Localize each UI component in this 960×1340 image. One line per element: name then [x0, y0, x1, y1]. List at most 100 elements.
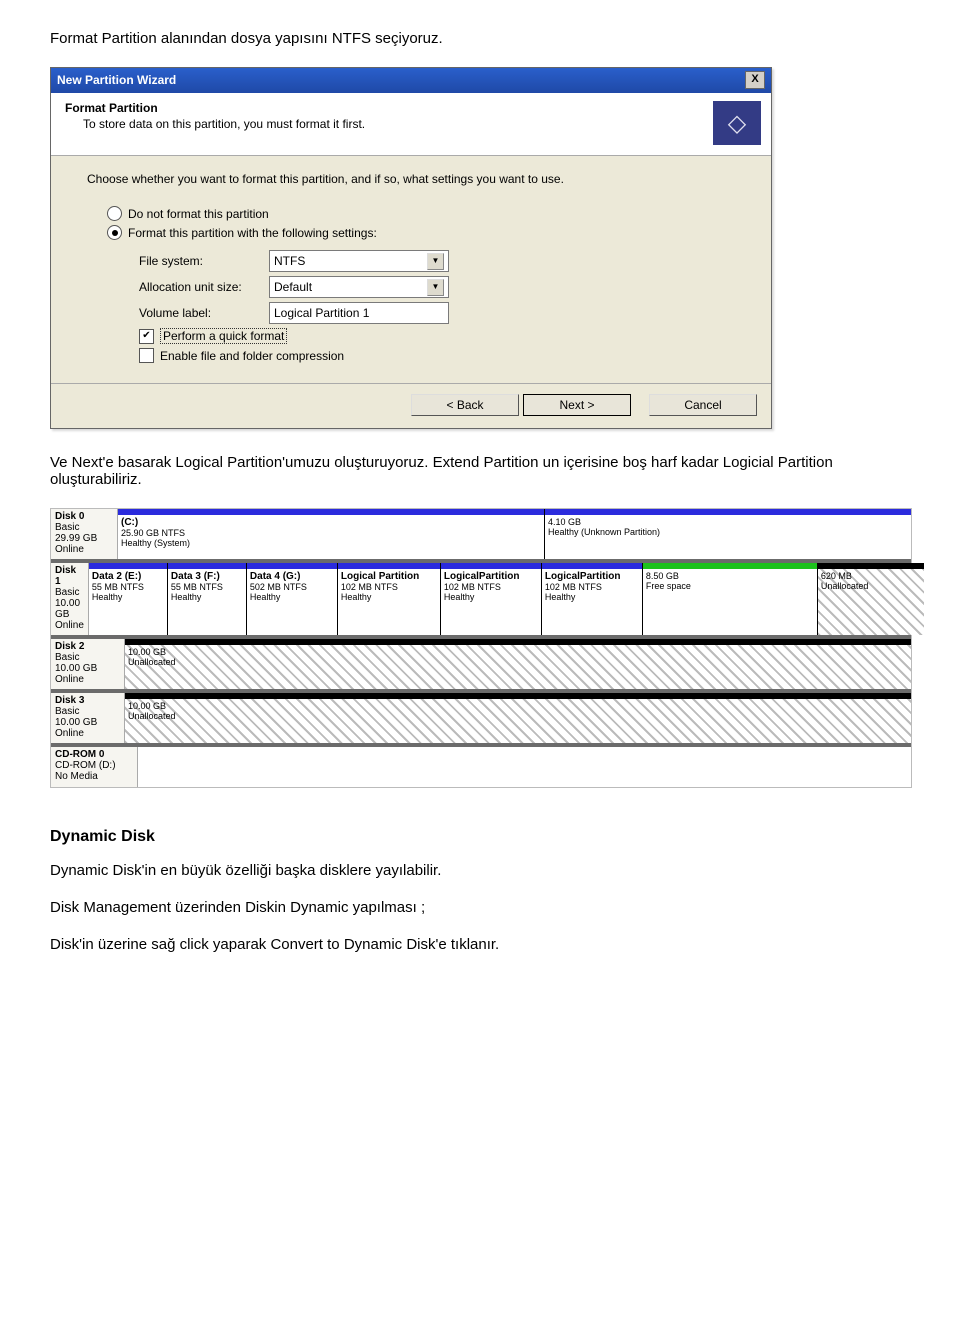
partition-block[interactable]: Logical Partition102 MB NTFSHealthy	[337, 563, 440, 635]
partition-size: 620 MB	[821, 571, 921, 581]
disk-partitions: (C:)25.90 GB NTFSHealthy (System)4.10 GB…	[118, 509, 911, 559]
section-heading: Dynamic Disk	[50, 828, 910, 846]
disk-state: Online	[55, 544, 113, 555]
disk-row-header[interactable]: Disk 3Basic10.00 GBOnline	[51, 693, 125, 743]
wizard-titlebar[interactable]: New Partition Wizard X	[51, 68, 771, 93]
partition-status: Healthy	[250, 592, 334, 602]
disk-type: Basic	[55, 706, 120, 717]
radio-no-format-label: Do not format this partition	[128, 207, 269, 221]
partition-status: Unallocated	[128, 711, 908, 721]
volume-label-label: Volume label:	[139, 306, 269, 320]
disk-name: Disk 1	[55, 565, 84, 587]
disk-state: Online	[55, 674, 120, 685]
radio-no-format[interactable]: Do not format this partition	[107, 206, 743, 221]
paragraph-3: Disk'in üzerine sağ click yaparak Conver…	[50, 936, 910, 953]
partition-block[interactable]: Data 2 (E:)55 MB NTFSHealthy	[89, 563, 167, 635]
file-system-label: File system:	[139, 254, 269, 268]
partition-colorbar	[643, 563, 817, 569]
volume-label-input[interactable]: Logical Partition 1	[269, 302, 449, 324]
partition-size: 102 MB NTFS	[341, 582, 437, 592]
disk-state: Online	[55, 728, 120, 739]
partition-block[interactable]: (C:)25.90 GB NTFSHealthy (System)	[118, 509, 544, 559]
partition-status: Healthy	[341, 592, 437, 602]
partition-colorbar	[338, 563, 440, 569]
next-button[interactable]: Next >	[523, 394, 631, 416]
disk-row-header[interactable]: Disk 0Basic29.99 GBOnline	[51, 509, 118, 559]
wizard-title: New Partition Wizard	[57, 73, 176, 87]
disk-state: No Media	[55, 771, 133, 782]
partition-colorbar	[118, 509, 544, 515]
disk-name: Disk 2	[55, 641, 120, 652]
partition-name: Data 4 (G:)	[250, 571, 334, 582]
chevron-down-icon: ▼	[427, 279, 444, 296]
radio-checked-icon	[107, 225, 122, 240]
partition-block[interactable]: Data 4 (G:)502 MB NTFSHealthy	[246, 563, 337, 635]
partition-name: Data 3 (F:)	[171, 571, 243, 582]
disk-type: Basic	[55, 522, 113, 533]
partition-colorbar	[542, 563, 642, 569]
close-button[interactable]: X	[745, 71, 765, 89]
allocation-label: Allocation unit size:	[139, 280, 269, 294]
disk-row-header[interactable]: Disk 2Basic10.00 GBOnline	[51, 639, 125, 689]
checkbox-unchecked-icon	[139, 348, 154, 363]
partition-colorbar	[545, 509, 911, 515]
partition-size: 8.50 GB	[646, 571, 814, 581]
compression-checkbox[interactable]: Enable file and folder compression	[139, 348, 743, 363]
disk-state: Online	[55, 620, 84, 631]
wizard-body: Choose whether you want to format this p…	[51, 156, 771, 383]
allocation-select[interactable]: Default ▼	[269, 276, 449, 298]
radio-unchecked-icon	[107, 206, 122, 221]
quick-format-checkbox[interactable]: ✔ Perform a quick format	[139, 328, 743, 344]
chevron-down-icon: ▼	[427, 253, 444, 270]
partition-block[interactable]: 620 MBUnallocated	[817, 563, 924, 635]
disk-row: Disk 3Basic10.00 GBOnline10.00 GBUnalloc…	[51, 689, 911, 743]
partition-block[interactable]: 8.50 GBFree space	[642, 563, 817, 635]
partition-status: Free space	[646, 581, 814, 591]
disk-partitions: 10.00 GBUnallocated	[125, 693, 911, 743]
disk-size: 10.00 GB	[55, 663, 120, 674]
partition-colorbar	[125, 693, 911, 699]
partition-colorbar	[89, 563, 167, 569]
middle-paragraph: Ve Next'e basarak Logical Partition'umuz…	[50, 454, 910, 488]
partition-block[interactable]: LogicalPartition102 MB NTFSHealthy	[541, 563, 642, 635]
partition-status: Healthy	[444, 592, 538, 602]
disk-row-header[interactable]: CD-ROM 0CD-ROM (D:)No Media	[51, 747, 138, 787]
disk-type: Basic	[55, 652, 120, 663]
partition-colorbar	[247, 563, 337, 569]
file-system-select[interactable]: NTFS ▼	[269, 250, 449, 272]
disk-name: Disk 0	[55, 511, 113, 522]
partition-name: Data 2 (E:)	[92, 571, 164, 582]
back-button[interactable]: < Back	[411, 394, 519, 416]
disk-row: CD-ROM 0CD-ROM (D:)No Media	[51, 743, 911, 787]
partition-name: LogicalPartition	[545, 571, 639, 582]
partition-block[interactable]: 4.10 GBHealthy (Unknown Partition)	[544, 509, 911, 559]
partition-size: 10.00 GB	[128, 701, 908, 711]
disk-row: Disk 0Basic29.99 GBOnline(C:)25.90 GB NT…	[51, 509, 911, 559]
disk-row-header[interactable]: Disk 1Basic10.00 GBOnline	[51, 563, 89, 635]
partition-status: Healthy (Unknown Partition)	[548, 527, 908, 537]
partition-size: 502 MB NTFS	[250, 582, 334, 592]
partition-block[interactable]: 10.00 GBUnallocated	[125, 639, 911, 689]
paragraph-2: Disk Management üzerinden Diskin Dynamic…	[50, 899, 910, 916]
disk-row: Disk 1Basic10.00 GBOnlineData 2 (E:)55 M…	[51, 559, 911, 635]
partition-name: Logical Partition	[341, 571, 437, 582]
checkbox-checked-icon: ✔	[139, 329, 154, 344]
quick-format-label: Perform a quick format	[160, 328, 287, 344]
partition-block[interactable]: Data 3 (F:)55 MB NTFSHealthy	[167, 563, 246, 635]
partition-block[interactable]: 10.00 GBUnallocated	[125, 693, 911, 743]
disk-name: CD-ROM 0	[55, 749, 133, 760]
paragraph-1: Dynamic Disk'in en büyük özelliği başka …	[50, 862, 910, 879]
partition-status: Healthy	[171, 592, 243, 602]
partition-block[interactable]: LogicalPartition102 MB NTFSHealthy	[440, 563, 541, 635]
partition-status: Healthy	[92, 592, 164, 602]
cancel-button[interactable]: Cancel	[649, 394, 757, 416]
partition-size: 25.90 GB NTFS	[121, 528, 541, 538]
wizard-button-bar: < Back Next > Cancel	[51, 383, 771, 428]
disk-partitions: Data 2 (E:)55 MB NTFSHealthyData 3 (F:)5…	[89, 563, 924, 635]
disk-icon: ◇	[713, 101, 761, 145]
partition-status: Healthy (System)	[121, 538, 541, 548]
radio-format[interactable]: Format this partition with the following…	[107, 225, 743, 240]
disk-partitions	[138, 747, 911, 787]
disk-size: 10.00 GB	[55, 717, 120, 728]
disk-partitions: 10.00 GBUnallocated	[125, 639, 911, 689]
